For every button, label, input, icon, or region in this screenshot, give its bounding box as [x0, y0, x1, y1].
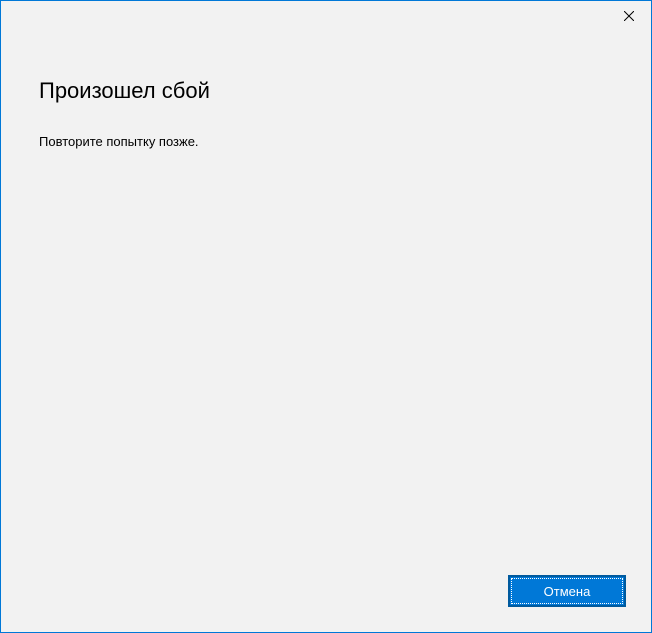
dialog-message: Повторите попытку позже.	[39, 134, 613, 149]
titlebar	[1, 1, 651, 33]
dialog-heading: Произошел сбой	[39, 78, 613, 104]
cancel-button[interactable]: Отмена	[508, 575, 626, 607]
dialog-footer: Отмена	[508, 575, 626, 607]
close-button[interactable]	[606, 1, 651, 31]
close-icon	[624, 11, 634, 21]
dialog-content: Произошел сбой Повторите попытку позже.	[1, 33, 651, 149]
